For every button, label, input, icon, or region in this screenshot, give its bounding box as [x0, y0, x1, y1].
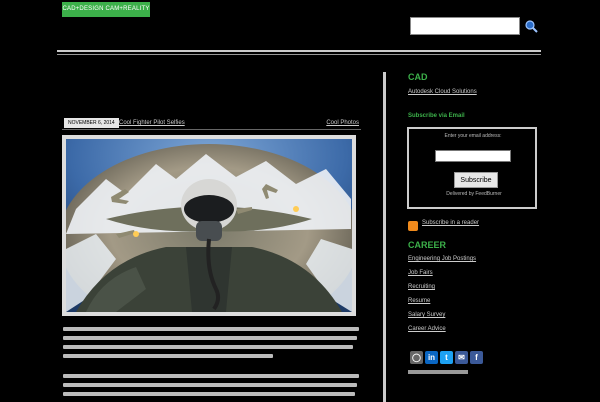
sidebar-heading-career: CAREER — [408, 240, 447, 250]
sidebar-link-career[interactable]: Job Fairs — [408, 270, 433, 276]
sidebar-heading-cad: CAD — [408, 72, 428, 82]
post-body-line — [63, 327, 359, 331]
site-badge[interactable]: CAD+DESIGN CAM+REALITY — [62, 2, 150, 17]
sidebar-link-autodesk[interactable]: Autodesk Cloud Solutions — [408, 89, 477, 95]
rss-subscribe-link[interactable]: Subscribe in a reader — [422, 220, 479, 226]
post-category-link[interactable]: Cool Photos — [326, 118, 359, 128]
post-body-line — [63, 383, 357, 387]
post-title-link[interactable]: Cool Fighter Pilot Selfies — [119, 118, 185, 128]
header-divider — [57, 50, 541, 52]
sidebar-link-career[interactable]: Career Advice — [408, 326, 446, 332]
email-field[interactable] — [435, 150, 511, 162]
sidebar-heading-subscribe: Subscribe via Email — [408, 113, 465, 119]
sidebar-divider — [383, 72, 386, 402]
post-body-line — [63, 354, 273, 358]
post-body-line — [63, 374, 359, 378]
post-meta-bar: NOVEMBER 6, 2014 Cool Fighter Pilot Self… — [62, 117, 361, 130]
rss-icon[interactable] — [408, 221, 418, 231]
search-icon[interactable] — [524, 19, 538, 33]
instagram-icon[interactable]: ◯ — [410, 351, 423, 364]
feedburner-credit[interactable]: Delivered by FeedBurner — [423, 191, 525, 197]
post-date: NOVEMBER 6, 2014 — [64, 118, 119, 128]
post-body-line — [63, 345, 353, 349]
facebook-icon[interactable]: f — [470, 351, 483, 364]
email-icon[interactable]: ✉ — [455, 351, 468, 364]
subscribe-box: Enter your email address: Subscribe Deli… — [407, 127, 537, 209]
post-body-line — [63, 392, 355, 396]
twitter-icon[interactable]: t — [440, 351, 453, 364]
sidebar-link-career[interactable]: Recruiting — [408, 284, 435, 290]
subscribe-button[interactable]: Subscribe — [454, 172, 498, 188]
sidebar-link-career[interactable]: Engineering Job Postings — [408, 256, 476, 262]
social-caption — [408, 370, 468, 374]
search-input[interactable] — [410, 17, 520, 35]
linkedin-icon[interactable]: in — [425, 351, 438, 364]
sidebar-link-career[interactable]: Salary Survey — [408, 312, 445, 318]
subscribe-instructions: Enter your email address: — [444, 133, 502, 139]
pilot-selfie-photo — [66, 139, 352, 312]
header-divider-thin — [57, 54, 541, 55]
post-body-line — [63, 336, 357, 340]
post-image[interactable] — [62, 135, 356, 316]
sidebar-link-career[interactable]: Resume — [408, 298, 430, 304]
